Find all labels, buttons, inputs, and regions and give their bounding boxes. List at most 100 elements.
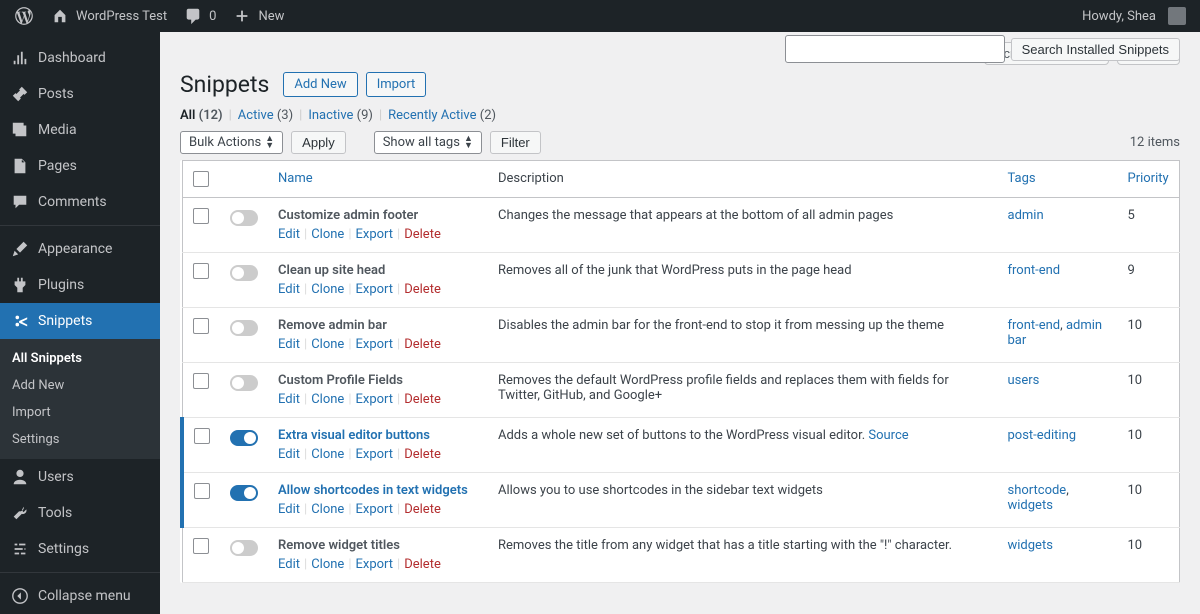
active-toggle[interactable] (230, 430, 258, 446)
snippet-title[interactable]: Extra visual editor buttons (278, 428, 478, 443)
tag-link[interactable]: widgets (1008, 498, 1053, 513)
export-link[interactable]: Export (356, 557, 394, 572)
view-filter-recently-active[interactable]: Recently Active (2) (388, 108, 496, 123)
edit-link[interactable]: Edit (278, 392, 300, 407)
menu-item-tools[interactable]: Tools (0, 495, 160, 531)
snippet-title[interactable]: Allow shortcodes in text widgets (278, 483, 478, 498)
active-toggle[interactable] (230, 210, 258, 226)
avatar-icon (1168, 7, 1186, 25)
delete-link[interactable]: Delete (404, 282, 441, 297)
delete-link[interactable]: Delete (404, 392, 441, 407)
clone-link[interactable]: Clone (311, 447, 344, 462)
search-input[interactable] (785, 35, 1005, 63)
tag-link[interactable]: front-end (1008, 263, 1061, 278)
active-toggle[interactable] (230, 540, 258, 556)
edit-link[interactable]: Edit (278, 337, 300, 352)
view-filter-active[interactable]: Active (3) (238, 108, 293, 123)
wp-logo[interactable] (6, 0, 42, 32)
active-toggle[interactable] (230, 485, 258, 501)
menu-item-appearance[interactable]: Appearance (0, 231, 160, 267)
menu-item-pages[interactable]: Pages (0, 148, 160, 184)
bulk-actions-select[interactable]: Bulk Actions ▲▼ (180, 131, 283, 154)
tag-link[interactable]: admin (1008, 208, 1044, 223)
active-toggle[interactable] (230, 375, 258, 391)
export-link[interactable]: Export (356, 282, 394, 297)
delete-link[interactable]: Delete (404, 337, 441, 352)
menu-item-collapse-menu[interactable]: Collapse menu (0, 578, 160, 614)
menu-item-plugins[interactable]: Plugins (0, 267, 160, 303)
active-toggle[interactable] (230, 320, 258, 336)
export-link[interactable]: Export (356, 227, 394, 242)
row-checkbox[interactable] (194, 428, 210, 444)
row-checkbox[interactable] (193, 208, 209, 224)
edit-link[interactable]: Edit (278, 557, 300, 572)
source-link[interactable]: Source (868, 428, 908, 443)
export-link[interactable]: Export (356, 447, 394, 462)
collapse-icon (10, 586, 30, 606)
submenu-item-settings[interactable]: Settings (0, 426, 160, 453)
site-home[interactable]: WordPress Test (42, 0, 175, 32)
delete-link[interactable]: Delete (404, 502, 441, 517)
snippet-title[interactable]: Customize admin footer (278, 208, 478, 223)
submenu-item-import[interactable]: Import (0, 399, 160, 426)
delete-link[interactable]: Delete (404, 447, 441, 462)
submenu-item-add-new[interactable]: Add New (0, 372, 160, 399)
tag-link[interactable]: widgets (1008, 538, 1053, 553)
row-checkbox[interactable] (193, 318, 209, 334)
clone-link[interactable]: Clone (311, 502, 344, 517)
tags-filter-select[interactable]: Show all tags ▲▼ (374, 131, 482, 154)
menu-item-comments[interactable]: Comments (0, 184, 160, 220)
clone-link[interactable]: Clone (311, 557, 344, 572)
apply-button[interactable]: Apply (291, 131, 346, 154)
snippet-title[interactable]: Clean up site head (278, 263, 478, 278)
menu-item-dashboard[interactable]: Dashboard (0, 40, 160, 76)
row-checkbox[interactable] (194, 483, 210, 499)
select-all-checkbox[interactable] (193, 171, 209, 187)
delete-link[interactable]: Delete (404, 557, 441, 572)
admin-bar: WordPress Test 0 New Howdy, Shea (0, 0, 1200, 32)
clone-link[interactable]: Clone (311, 282, 344, 297)
row-checkbox[interactable] (193, 263, 209, 279)
snippet-title[interactable]: Custom Profile Fields (278, 373, 478, 388)
view-filter-inactive[interactable]: Inactive (9) (308, 108, 373, 123)
export-link[interactable]: Export (356, 337, 394, 352)
delete-link[interactable]: Delete (404, 227, 441, 242)
import-button[interactable]: Import (366, 72, 427, 97)
export-link[interactable]: Export (356, 392, 394, 407)
menu-item-snippets[interactable]: Snippets (0, 303, 160, 339)
tag-link[interactable]: shortcode (1008, 483, 1067, 498)
view-filter-all[interactable]: All (12) (180, 108, 223, 123)
menu-item-posts[interactable]: Posts (0, 76, 160, 112)
clone-link[interactable]: Clone (311, 392, 344, 407)
tag-link[interactable]: front-end (1008, 318, 1061, 333)
menu-item-users[interactable]: Users (0, 459, 160, 495)
row-checkbox[interactable] (193, 538, 209, 554)
search-button[interactable]: Search Installed Snippets (1011, 38, 1180, 61)
menu-item-settings[interactable]: Settings (0, 531, 160, 567)
priority-value: 9 (1118, 253, 1180, 308)
sort-name[interactable]: Name (278, 171, 313, 186)
snippet-title[interactable]: Remove admin bar (278, 318, 478, 333)
add-new-button[interactable]: Add New (283, 72, 357, 97)
menu-item-media[interactable]: Media (0, 112, 160, 148)
active-toggle[interactable] (230, 265, 258, 281)
sort-tags[interactable]: Tags (1008, 171, 1036, 186)
edit-link[interactable]: Edit (278, 447, 300, 462)
edit-link[interactable]: Edit (278, 502, 300, 517)
snippet-title[interactable]: Remove widget titles (278, 538, 478, 553)
tag-link[interactable]: users (1008, 373, 1040, 388)
filter-button[interactable]: Filter (490, 131, 541, 154)
edit-link[interactable]: Edit (278, 227, 300, 242)
row-checkbox[interactable] (193, 373, 209, 389)
clone-link[interactable]: Clone (311, 227, 344, 242)
comments-moderation[interactable]: 0 (175, 0, 224, 32)
submenu-item-all-snippets[interactable]: All Snippets (0, 345, 160, 372)
export-link[interactable]: Export (356, 502, 394, 517)
edit-link[interactable]: Edit (278, 282, 300, 297)
my-account[interactable]: Howdy, Shea (1074, 0, 1194, 32)
tag-link[interactable]: post-editing (1008, 428, 1077, 443)
new-content[interactable]: New (224, 0, 292, 32)
clone-link[interactable]: Clone (311, 337, 344, 352)
sort-priority[interactable]: Priority (1128, 171, 1169, 186)
table-row: Remove widget titlesEdit|Clone|Export|De… (182, 528, 1180, 583)
